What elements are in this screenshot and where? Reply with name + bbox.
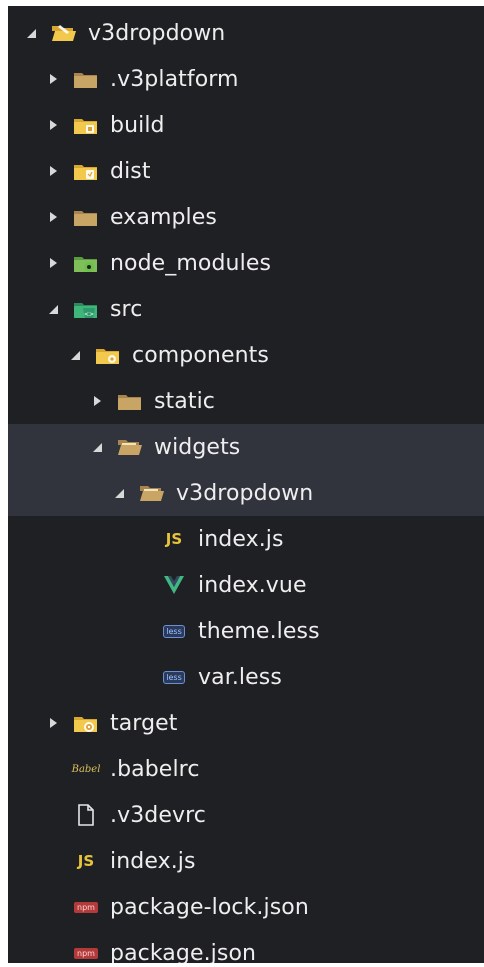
tree-folder-row[interactable]: components [8, 332, 484, 378]
icon-glyph-text: JS [165, 530, 183, 548]
tree-folder-row[interactable]: dist [8, 148, 484, 194]
icon-glyph-text: npm [74, 901, 98, 913]
tree-item-label: index.js [110, 848, 196, 874]
tree-item-label: widgets [154, 434, 241, 460]
js-file-icon: JS [160, 528, 188, 550]
tree-item-label: examples [110, 204, 217, 230]
tree-item-label: .babelrc [110, 756, 200, 782]
tree-file-row[interactable]: Babel .babelrc [8, 746, 484, 792]
folder-open-tan-icon [138, 482, 166, 504]
tree-item-label: theme.less [198, 618, 320, 644]
tree-item-label: index.js [198, 526, 284, 552]
chevron-right-icon[interactable] [44, 208, 62, 226]
file-icon [72, 804, 100, 826]
tree-file-row[interactable]: index.vue [8, 562, 484, 608]
chevron-right-icon[interactable] [44, 714, 62, 732]
file-tree: v3dropdown .v3platform build dist examples no… [8, 6, 484, 963]
folder-tan-icon [72, 206, 100, 228]
folder-open-yellow-icon [50, 22, 78, 44]
chevron-right-icon[interactable] [44, 116, 62, 134]
icon-glyph-text: less [163, 670, 185, 684]
vue-file-icon [160, 574, 188, 596]
tree-folder-row[interactable]: widgets [8, 424, 484, 470]
babel-file-icon: Babel [71, 758, 101, 780]
icon-glyph-text: npm [74, 947, 98, 959]
file-explorer-panel: v3dropdown .v3platform build dist examples no… [8, 6, 484, 963]
svg-text:<>: <> [84, 311, 94, 318]
tree-file-row[interactable]: less var.less [8, 654, 484, 700]
tree-item-label: v3dropdown [176, 480, 314, 506]
chevron-right-icon[interactable] [88, 392, 106, 410]
tree-item-label: v3dropdown [88, 20, 226, 46]
chevron-right-icon[interactable] [44, 254, 62, 272]
chevron-down-icon[interactable] [22, 24, 40, 42]
tree-folder-row[interactable]: <> src [8, 286, 484, 332]
tree-item-label: node_modules [110, 250, 272, 276]
tree-item-label: src [110, 296, 143, 322]
tree-file-row[interactable]: less theme.less [8, 608, 484, 654]
less-file-icon: less [160, 620, 188, 642]
tree-item-label: components [132, 342, 269, 368]
folder-target-icon [72, 712, 100, 734]
tree-file-row[interactable]: npm package.json [8, 930, 484, 963]
tree-folder-row[interactable]: examples [8, 194, 484, 240]
tree-folder-row[interactable]: .v3platform [8, 56, 484, 102]
tree-item-label: dist [110, 158, 151, 184]
tree-item-label: target [110, 710, 178, 736]
tree-item-label: .v3devrc [110, 802, 206, 828]
folder-tan-icon [72, 68, 100, 90]
tree-file-row[interactable]: JS index.js [8, 838, 484, 884]
chevron-right-icon[interactable] [44, 70, 62, 88]
icon-glyph-text: JS [77, 852, 95, 870]
tree-item-label: build [110, 112, 165, 138]
tree-folder-row[interactable]: v3dropdown [8, 470, 484, 516]
npm-file-icon: npm [72, 942, 100, 963]
tree-folder-row[interactable]: node_modules [8, 240, 484, 286]
folder-node-icon [72, 252, 100, 274]
tree-folder-row[interactable]: build [8, 102, 484, 148]
folder-dist-icon [72, 160, 100, 182]
chevron-down-icon[interactable] [44, 300, 62, 318]
tree-item-label: var.less [198, 664, 282, 690]
folder-components-icon [94, 344, 122, 366]
chevron-down-icon[interactable] [88, 438, 106, 456]
chevron-down-icon[interactable] [110, 484, 128, 502]
tree-item-label: package.json [110, 940, 257, 964]
folder-src-icon: <> [72, 298, 100, 320]
less-file-icon: less [160, 666, 188, 688]
tree-folder-row[interactable]: v3dropdown [8, 10, 484, 56]
folder-open-tan-icon [116, 436, 144, 458]
js-file-icon: JS [72, 850, 100, 872]
tree-file-row[interactable]: .v3devrc [8, 792, 484, 838]
chevron-down-icon[interactable] [66, 346, 84, 364]
tree-item-label: static [154, 388, 216, 414]
tree-file-row[interactable]: npm package-lock.json [8, 884, 484, 930]
tree-folder-row[interactable]: target [8, 700, 484, 746]
chevron-right-icon[interactable] [44, 162, 62, 180]
tree-file-row[interactable]: JS index.js [8, 516, 484, 562]
tree-item-label: package-lock.json [110, 894, 309, 920]
folder-tan-icon [116, 390, 144, 412]
folder-build-icon [72, 114, 100, 136]
icon-glyph-text: less [163, 624, 185, 638]
icon-glyph-text: Babel [71, 763, 101, 775]
npm-file-icon: npm [72, 896, 100, 918]
tree-folder-row[interactable]: static [8, 378, 484, 424]
tree-item-label: index.vue [198, 572, 307, 598]
tree-item-label: .v3platform [110, 66, 239, 92]
